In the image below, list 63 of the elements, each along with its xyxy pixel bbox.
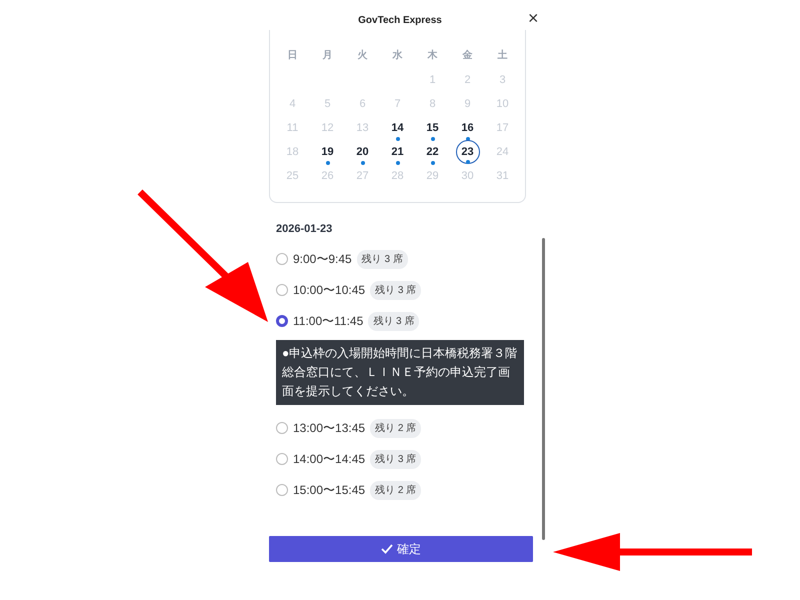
calendar-day: 3 bbox=[490, 68, 514, 92]
time-slot-label[interactable]: 9:00〜9:45 bbox=[293, 250, 352, 268]
scrollbar[interactable] bbox=[542, 238, 545, 540]
calendar-day: 1 bbox=[420, 68, 444, 92]
calendar-day[interactable]: 21 bbox=[386, 140, 410, 164]
info-message: ●申込枠の入場開始時間に日本橋税務署３階総合窓口にて、ＬＩＮＥ予約の申込完了画面を提示してください。 bbox=[276, 340, 524, 404]
radio-button[interactable] bbox=[276, 484, 288, 496]
check-icon bbox=[381, 544, 393, 554]
seats-remaining-badge: 残り 3 席 bbox=[370, 450, 422, 468]
calendar-day: 17 bbox=[490, 116, 514, 140]
calendar-day: 29 bbox=[420, 164, 444, 188]
calendar-day[interactable]: 20 bbox=[350, 140, 374, 164]
calendar-day: 10 bbox=[490, 92, 514, 116]
calendar-day: 28 bbox=[386, 164, 410, 188]
date-heading: 2026-01-23 bbox=[276, 222, 334, 237]
calendar-day[interactable]: 23 bbox=[456, 140, 480, 164]
calendar-day: 13 bbox=[350, 116, 374, 140]
calendar-day: 7 bbox=[386, 92, 410, 116]
calendar-day: 26 bbox=[316, 164, 340, 188]
calendar-day: 18 bbox=[280, 140, 304, 164]
calendar-day[interactable]: 19 bbox=[316, 140, 340, 164]
weekday-label: 月 bbox=[322, 49, 334, 63]
radio-button[interactable] bbox=[276, 422, 288, 434]
calendar-day: 27 bbox=[350, 164, 374, 188]
calendar-day: 31 bbox=[490, 164, 514, 188]
seats-remaining-badge: 残り 3 席 bbox=[356, 250, 408, 268]
calendar-day: 11 bbox=[280, 116, 304, 140]
weekday-label: 水 bbox=[391, 48, 404, 63]
weekday-label: 土 bbox=[496, 48, 508, 63]
calendar-day: 5 bbox=[316, 92, 340, 116]
seats-remaining-badge: 残り 3 席 bbox=[368, 312, 420, 330]
calendar-day: 8 bbox=[420, 92, 444, 116]
time-slot-label[interactable]: 14:00〜14:45 bbox=[293, 450, 366, 468]
confirm-button[interactable]: 確定 bbox=[269, 536, 533, 562]
calendar-day: 25 bbox=[280, 164, 304, 188]
time-slot-label[interactable]: 13:00〜13:45 bbox=[293, 419, 366, 437]
radio-button[interactable] bbox=[276, 253, 288, 265]
calendar-day: 6 bbox=[350, 92, 374, 116]
close-button[interactable]: × bbox=[526, 9, 541, 27]
weekday-label: 金 bbox=[462, 48, 474, 63]
time-slot-label[interactable]: 15:00〜15:45 bbox=[293, 481, 366, 499]
window-title: GovTech Express bbox=[357, 14, 443, 28]
radio-button[interactable] bbox=[276, 315, 288, 327]
weekday-label: 火 bbox=[356, 48, 368, 63]
seats-remaining-badge: 残り 2 席 bbox=[370, 418, 422, 438]
calendar-day: 24 bbox=[490, 140, 514, 164]
calendar-day: 4 bbox=[280, 92, 304, 116]
calendar-day[interactable]: 14 bbox=[386, 116, 410, 140]
calendar-day: 12 bbox=[316, 116, 340, 140]
calendar-day: 30 bbox=[456, 164, 480, 188]
seats-remaining-badge: 残り 3 席 bbox=[370, 280, 422, 300]
weekday-label: 木 bbox=[426, 48, 438, 63]
seats-remaining-badge: 残り 2 席 bbox=[370, 480, 422, 500]
calendar-day[interactable]: 15 bbox=[420, 116, 444, 140]
calendar-day[interactable]: 16 bbox=[456, 116, 480, 140]
time-slot-label[interactable]: 11:00〜11:45 bbox=[293, 312, 364, 330]
radio-button[interactable] bbox=[276, 453, 288, 465]
calendar-day[interactable]: 22 bbox=[420, 140, 444, 164]
time-slot-label[interactable]: 10:00〜10:45 bbox=[293, 281, 366, 299]
calendar-day: 9 bbox=[456, 92, 480, 116]
radio-button[interactable] bbox=[276, 284, 288, 296]
weekday-label: 日 bbox=[286, 49, 298, 63]
calendar-day: 2 bbox=[456, 68, 480, 92]
